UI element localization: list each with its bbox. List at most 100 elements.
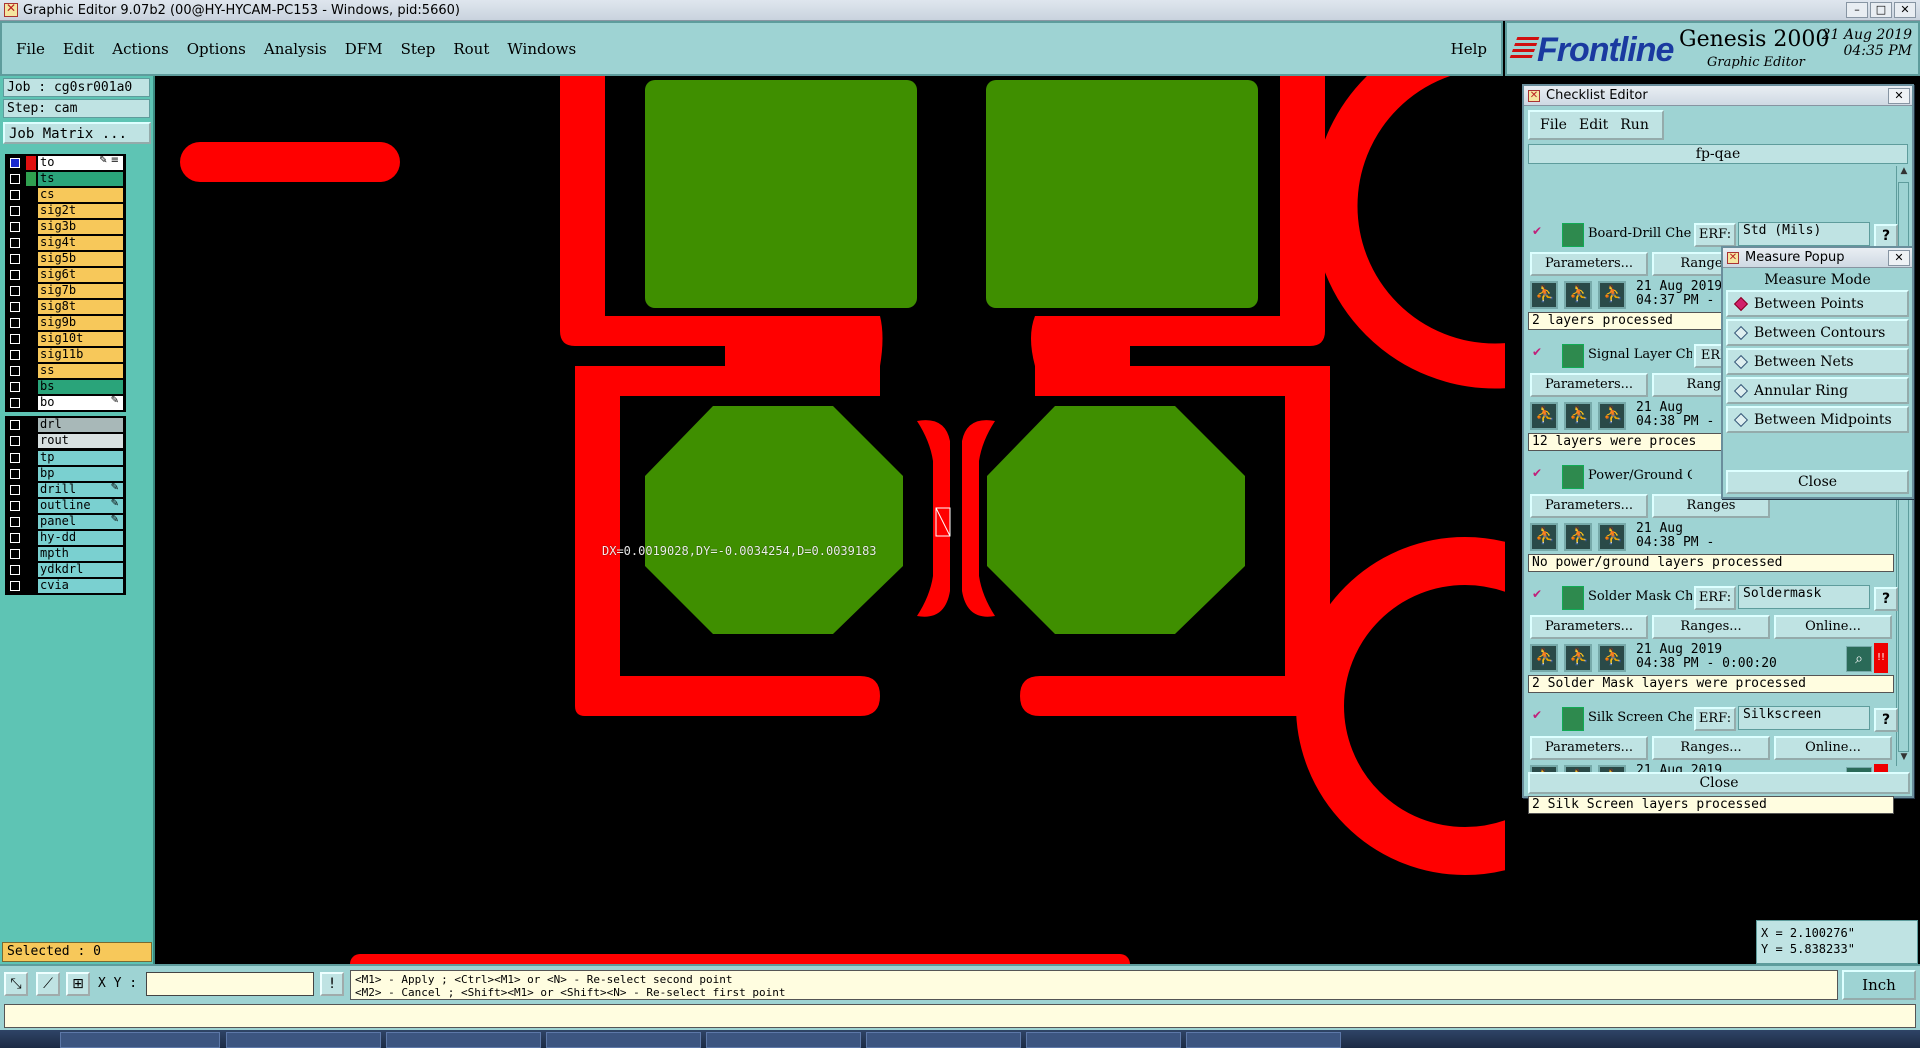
layer-checkbox[interactable] [10, 158, 20, 168]
run-selected-icon[interactable] [1598, 523, 1626, 551]
help-icon[interactable]: ? [1874, 708, 1898, 732]
layer-checkbox[interactable] [10, 270, 20, 280]
checklist-menu-edit[interactable]: Edit [1579, 117, 1608, 133]
layer-row-tp[interactable]: tp [6, 450, 125, 466]
layer-row-hy-dd[interactable]: hy-dd [6, 530, 125, 546]
layer-color-swatch[interactable] [26, 204, 36, 218]
taskbar-item[interactable] [1026, 1032, 1181, 1048]
layer-row-sig2t[interactable]: sig2t [6, 203, 125, 219]
info-icon[interactable]: ! [320, 972, 344, 996]
layer-checkbox[interactable] [10, 350, 20, 360]
layer-color-swatch[interactable] [26, 284, 36, 298]
layer-row-ts[interactable]: ts [6, 171, 125, 187]
layer-checkbox[interactable] [10, 517, 20, 527]
layer-name[interactable]: hy-dd [38, 531, 123, 545]
layer-checkbox[interactable] [10, 206, 20, 216]
layer-row-bo[interactable]: bo ✎ [6, 395, 125, 411]
layer-color-swatch[interactable] [26, 364, 36, 378]
run-icon[interactable] [1530, 402, 1558, 430]
layer-name[interactable]: cvia [38, 579, 123, 593]
erf-value[interactable]: Silkscreen [1738, 706, 1870, 730]
graphic-canvas[interactable]: DX=0.0019028,DY=-0.0034254,D=0.0039183 [155, 76, 1505, 964]
measure-tool-icon[interactable]: ⟋ [36, 972, 60, 996]
layer-checkbox[interactable] [10, 254, 20, 264]
run-all-icon[interactable] [1564, 402, 1592, 430]
layer-name[interactable]: rout [38, 434, 123, 448]
layer-color-swatch[interactable] [26, 451, 36, 465]
run-selected-icon[interactable] [1598, 644, 1626, 672]
taskbar-item[interactable] [1186, 1032, 1341, 1048]
online-button[interactable]: Online... [1774, 615, 1892, 639]
parameters-button[interactable]: Parameters... [1530, 615, 1648, 639]
check-name[interactable]: Signal Layer Ch [1588, 347, 1692, 362]
menu-edit[interactable]: Edit [63, 40, 94, 58]
help-icon[interactable]: ? [1874, 587, 1898, 611]
layer-checkbox[interactable] [10, 469, 20, 479]
online-button[interactable]: Online... [1774, 736, 1892, 760]
check-name[interactable]: Power/Ground C [1588, 468, 1692, 483]
layer-row-cvia[interactable]: cvia [6, 578, 125, 594]
layer-name[interactable]: sig10t [38, 332, 123, 346]
taskbar-item[interactable] [226, 1032, 381, 1048]
check-name[interactable]: Solder Mask Ch [1588, 589, 1692, 604]
close-window-button[interactable]: ✕ [1894, 2, 1916, 18]
layer-row-drl[interactable]: drl [6, 417, 125, 433]
layer-checkbox[interactable] [10, 286, 20, 296]
layer-checkbox[interactable] [10, 174, 20, 184]
layer-checkbox[interactable] [10, 436, 20, 446]
zoom-results-icon[interactable]: ⌕ [1846, 646, 1872, 672]
layer-color-swatch[interactable] [26, 156, 36, 170]
layer-name[interactable]: drl [38, 418, 123, 432]
layer-name[interactable]: sig2t [38, 204, 123, 218]
job-matrix-button[interactable]: Job Matrix ... [3, 122, 151, 144]
taskbar-item[interactable] [386, 1032, 541, 1048]
layer-color-swatch[interactable] [26, 348, 36, 362]
layer-row-mpth[interactable]: mpth [6, 546, 125, 562]
run-icon[interactable] [1530, 281, 1558, 309]
layer-color-swatch[interactable] [26, 434, 36, 448]
layer-row-sig4t[interactable]: sig4t [6, 235, 125, 251]
run-icon[interactable] [1530, 644, 1558, 672]
layer-color-swatch[interactable] [26, 467, 36, 481]
parameters-button[interactable]: Parameters... [1530, 494, 1648, 518]
layer-row-sig5b[interactable]: sig5b [6, 251, 125, 267]
layer-row-ydkdrl[interactable]: ydkdrl [6, 562, 125, 578]
layer-row-outline[interactable]: outline ✎ [6, 498, 125, 514]
layer-color-swatch[interactable] [26, 563, 36, 577]
check-enabled-checkbox[interactable]: ✔ [1532, 587, 1546, 601]
minimize-button[interactable]: – [1846, 2, 1868, 18]
layer-name[interactable]: sig6t [38, 268, 123, 282]
layer-checkbox[interactable] [10, 334, 20, 344]
layer-checkbox[interactable] [10, 398, 20, 408]
layer-row-sig3b[interactable]: sig3b [6, 219, 125, 235]
taskbar-item[interactable] [866, 1032, 1021, 1048]
xy-input[interactable] [146, 972, 314, 996]
layer-color-swatch[interactable] [26, 579, 36, 593]
taskbar-item[interactable] [546, 1032, 701, 1048]
measure-option-between-midpoints[interactable]: Between Midpoints [1726, 406, 1909, 433]
layer-row-sig11b[interactable]: sig11b [6, 347, 125, 363]
layer-checkbox[interactable] [10, 501, 20, 511]
layer-checkbox[interactable] [10, 190, 20, 200]
layer-row-bs[interactable]: bs [6, 379, 125, 395]
menu-options[interactable]: Options [187, 40, 246, 58]
layer-name[interactable]: sig7b [38, 284, 123, 298]
layer-checkbox[interactable] [10, 382, 20, 392]
erf-button[interactable]: ERF: [1694, 586, 1736, 610]
measure-option-between-points[interactable]: Between Points [1726, 290, 1909, 317]
layer-row-ss[interactable]: ss [6, 363, 125, 379]
alert-icon[interactable]: !! [1874, 643, 1888, 673]
check-enabled-checkbox[interactable]: ✔ [1532, 224, 1546, 238]
run-all-icon[interactable] [1564, 281, 1592, 309]
layer-color-swatch[interactable] [26, 236, 36, 250]
layer-row-to[interactable]: to ✎ ≡ [6, 155, 125, 171]
layer-name[interactable]: ts [38, 172, 123, 186]
measure-close-button[interactable]: Close [1726, 470, 1909, 494]
layer-name[interactable]: cs [38, 188, 123, 202]
layer-row-sig10t[interactable]: sig10t [6, 331, 125, 347]
layer-name[interactable]: ss [38, 364, 123, 378]
layer-name[interactable]: bs [38, 380, 123, 394]
layer-color-swatch[interactable] [26, 418, 36, 432]
layer-color-swatch[interactable] [26, 396, 36, 410]
check-enabled-checkbox[interactable]: ✔ [1532, 708, 1546, 722]
